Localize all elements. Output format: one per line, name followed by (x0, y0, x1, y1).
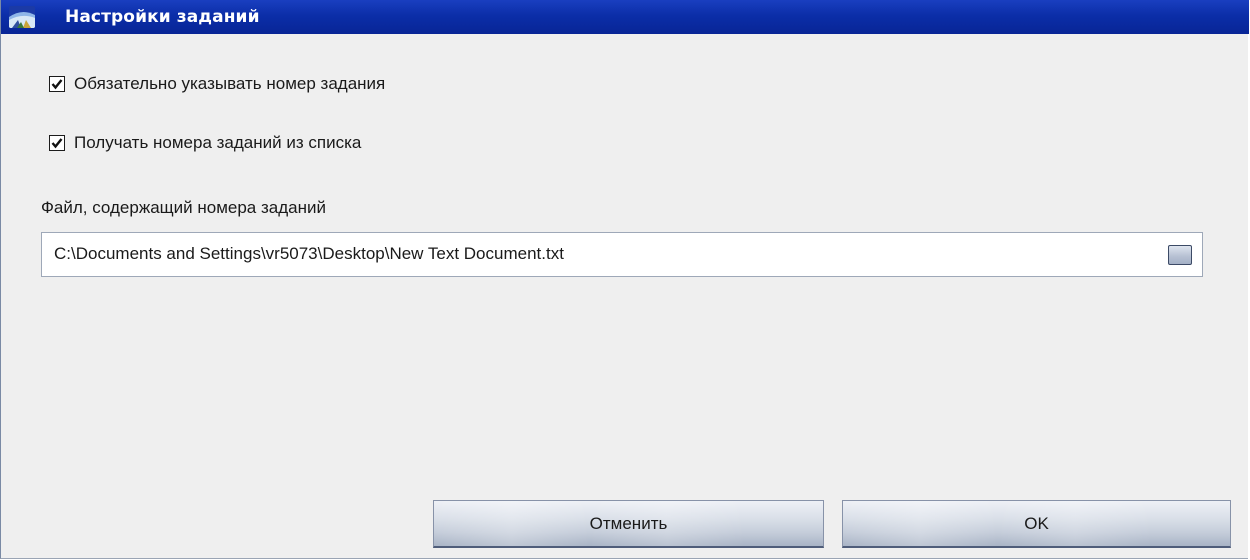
cancel-button[interactable]: Отменить (433, 500, 824, 548)
require-job-number-checkbox[interactable] (49, 76, 65, 92)
require-job-number-option[interactable]: Обязательно указывать номер задания (49, 73, 385, 95)
get-job-numbers-from-list-label: Получать номера заданий из списка (74, 133, 362, 152)
job-settings-dialog: Настройки заданий Обязательно указывать … (0, 0, 1249, 559)
job-numbers-file-label: Файл, содержащий номера заданий (41, 198, 326, 217)
get-job-numbers-from-list-checkbox[interactable] (49, 135, 65, 151)
get-job-numbers-from-list-option[interactable]: Получать номера заданий из списка (49, 132, 361, 154)
app-logo-icon (9, 6, 35, 28)
window-title: Настройки заданий (65, 7, 260, 27)
job-numbers-file-field[interactable]: C:\Documents and Settings\vr5073\Desktop… (41, 232, 1203, 277)
browse-button[interactable] (1168, 245, 1192, 265)
file-path-value[interactable]: C:\Documents and Settings\vr5073\Desktop… (54, 244, 564, 264)
checkmark-icon (51, 138, 63, 149)
ok-button[interactable]: OK (842, 500, 1231, 548)
require-job-number-label: Обязательно указывать номер задания (74, 74, 386, 93)
checkmark-icon (51, 79, 63, 90)
title-bar[interactable]: Настройки заданий (1, 0, 1249, 34)
